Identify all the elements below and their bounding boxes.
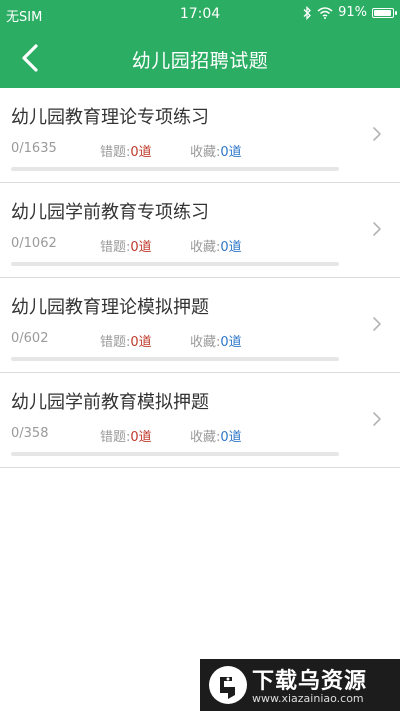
fav-value: 0道 xyxy=(220,430,242,445)
item-title: 幼儿园教育理论模拟押题 xyxy=(11,297,209,318)
fav-label: 收藏: xyxy=(190,145,221,160)
item-progress: 0/602 xyxy=(11,331,49,346)
fav-value: 0道 xyxy=(220,240,242,255)
bird-logo-icon xyxy=(209,666,247,704)
item-progress: 0/1635 xyxy=(11,141,57,156)
nav-bar: 幼儿园招聘试题 xyxy=(0,27,400,88)
wrong-value: 0道 xyxy=(130,240,152,255)
wifi-icon xyxy=(317,6,333,19)
wrong-label: 错题: xyxy=(100,240,131,255)
bluetooth-icon xyxy=(303,5,312,20)
item-wrong-count: 错题:0道 xyxy=(100,426,152,445)
watermark-brand: 下载乌资源 xyxy=(252,669,368,694)
wrong-value: 0道 xyxy=(130,335,152,350)
exam-list: 幼儿园教育理论专项练习 0/1635 错题:0道 收藏:0道 幼儿园学前教育专项练习 0/… xyxy=(0,88,400,468)
list-item[interactable]: 幼儿园教育理论模拟押题 0/602 错题:0道 收藏:0道 xyxy=(0,278,400,373)
watermark: 下载乌资源 www.xiazainiao.com xyxy=(200,659,400,711)
progress-track xyxy=(11,357,339,361)
watermark-url: www.xiazainiao.com xyxy=(252,692,364,705)
wrong-value: 0道 xyxy=(130,145,152,160)
fav-label: 收藏: xyxy=(190,430,221,445)
chevron-right-icon xyxy=(373,127,381,141)
item-fav-count: 收藏:0道 xyxy=(190,141,242,160)
progress-track xyxy=(11,452,339,456)
battery-percent: 91% xyxy=(338,5,367,20)
status-bar: 无SIM 17:04 91% xyxy=(0,0,400,27)
item-wrong-count: 错题:0道 xyxy=(100,141,152,160)
battery-icon xyxy=(372,7,397,18)
chevron-right-icon xyxy=(373,412,381,426)
fav-value: 0道 xyxy=(220,145,242,160)
wrong-value: 0道 xyxy=(130,430,152,445)
fav-value: 0道 xyxy=(220,335,242,350)
item-wrong-count: 错题:0道 xyxy=(100,331,152,350)
chevron-right-icon xyxy=(373,222,381,236)
fav-label: 收藏: xyxy=(190,335,221,350)
status-right: 91% xyxy=(303,5,397,20)
progress-track xyxy=(11,167,339,171)
app-screen: 无SIM 17:04 91% 幼儿园招聘试题 幼儿园教育理论专项练习 0/1635… xyxy=(0,0,400,711)
page-title: 幼儿园招聘试题 xyxy=(131,50,269,72)
progress-track xyxy=(11,262,339,266)
item-progress: 0/1062 xyxy=(11,236,57,251)
wrong-label: 错题: xyxy=(100,335,131,350)
item-title: 幼儿园学前教育模拟押题 xyxy=(11,392,209,413)
item-title: 幼儿园学前教育专项练习 xyxy=(11,202,209,223)
list-item[interactable]: 幼儿园学前教育专项练习 0/1062 错题:0道 收藏:0道 xyxy=(0,183,400,278)
list-item[interactable]: 幼儿园教育理论专项练习 0/1635 错题:0道 收藏:0道 xyxy=(0,88,400,183)
fav-label: 收藏: xyxy=(190,240,221,255)
item-fav-count: 收藏:0道 xyxy=(190,236,242,255)
item-fav-count: 收藏:0道 xyxy=(190,331,242,350)
item-title: 幼儿园教育理论专项练习 xyxy=(11,107,209,128)
item-fav-count: 收藏:0道 xyxy=(190,426,242,445)
chevron-right-icon xyxy=(373,317,381,331)
item-wrong-count: 错题:0道 xyxy=(100,236,152,255)
wrong-label: 错题: xyxy=(100,430,131,445)
item-progress: 0/358 xyxy=(11,426,49,441)
list-item[interactable]: 幼儿园学前教育模拟押题 0/358 错题:0道 收藏:0道 xyxy=(0,373,400,468)
wrong-label: 错题: xyxy=(100,145,131,160)
